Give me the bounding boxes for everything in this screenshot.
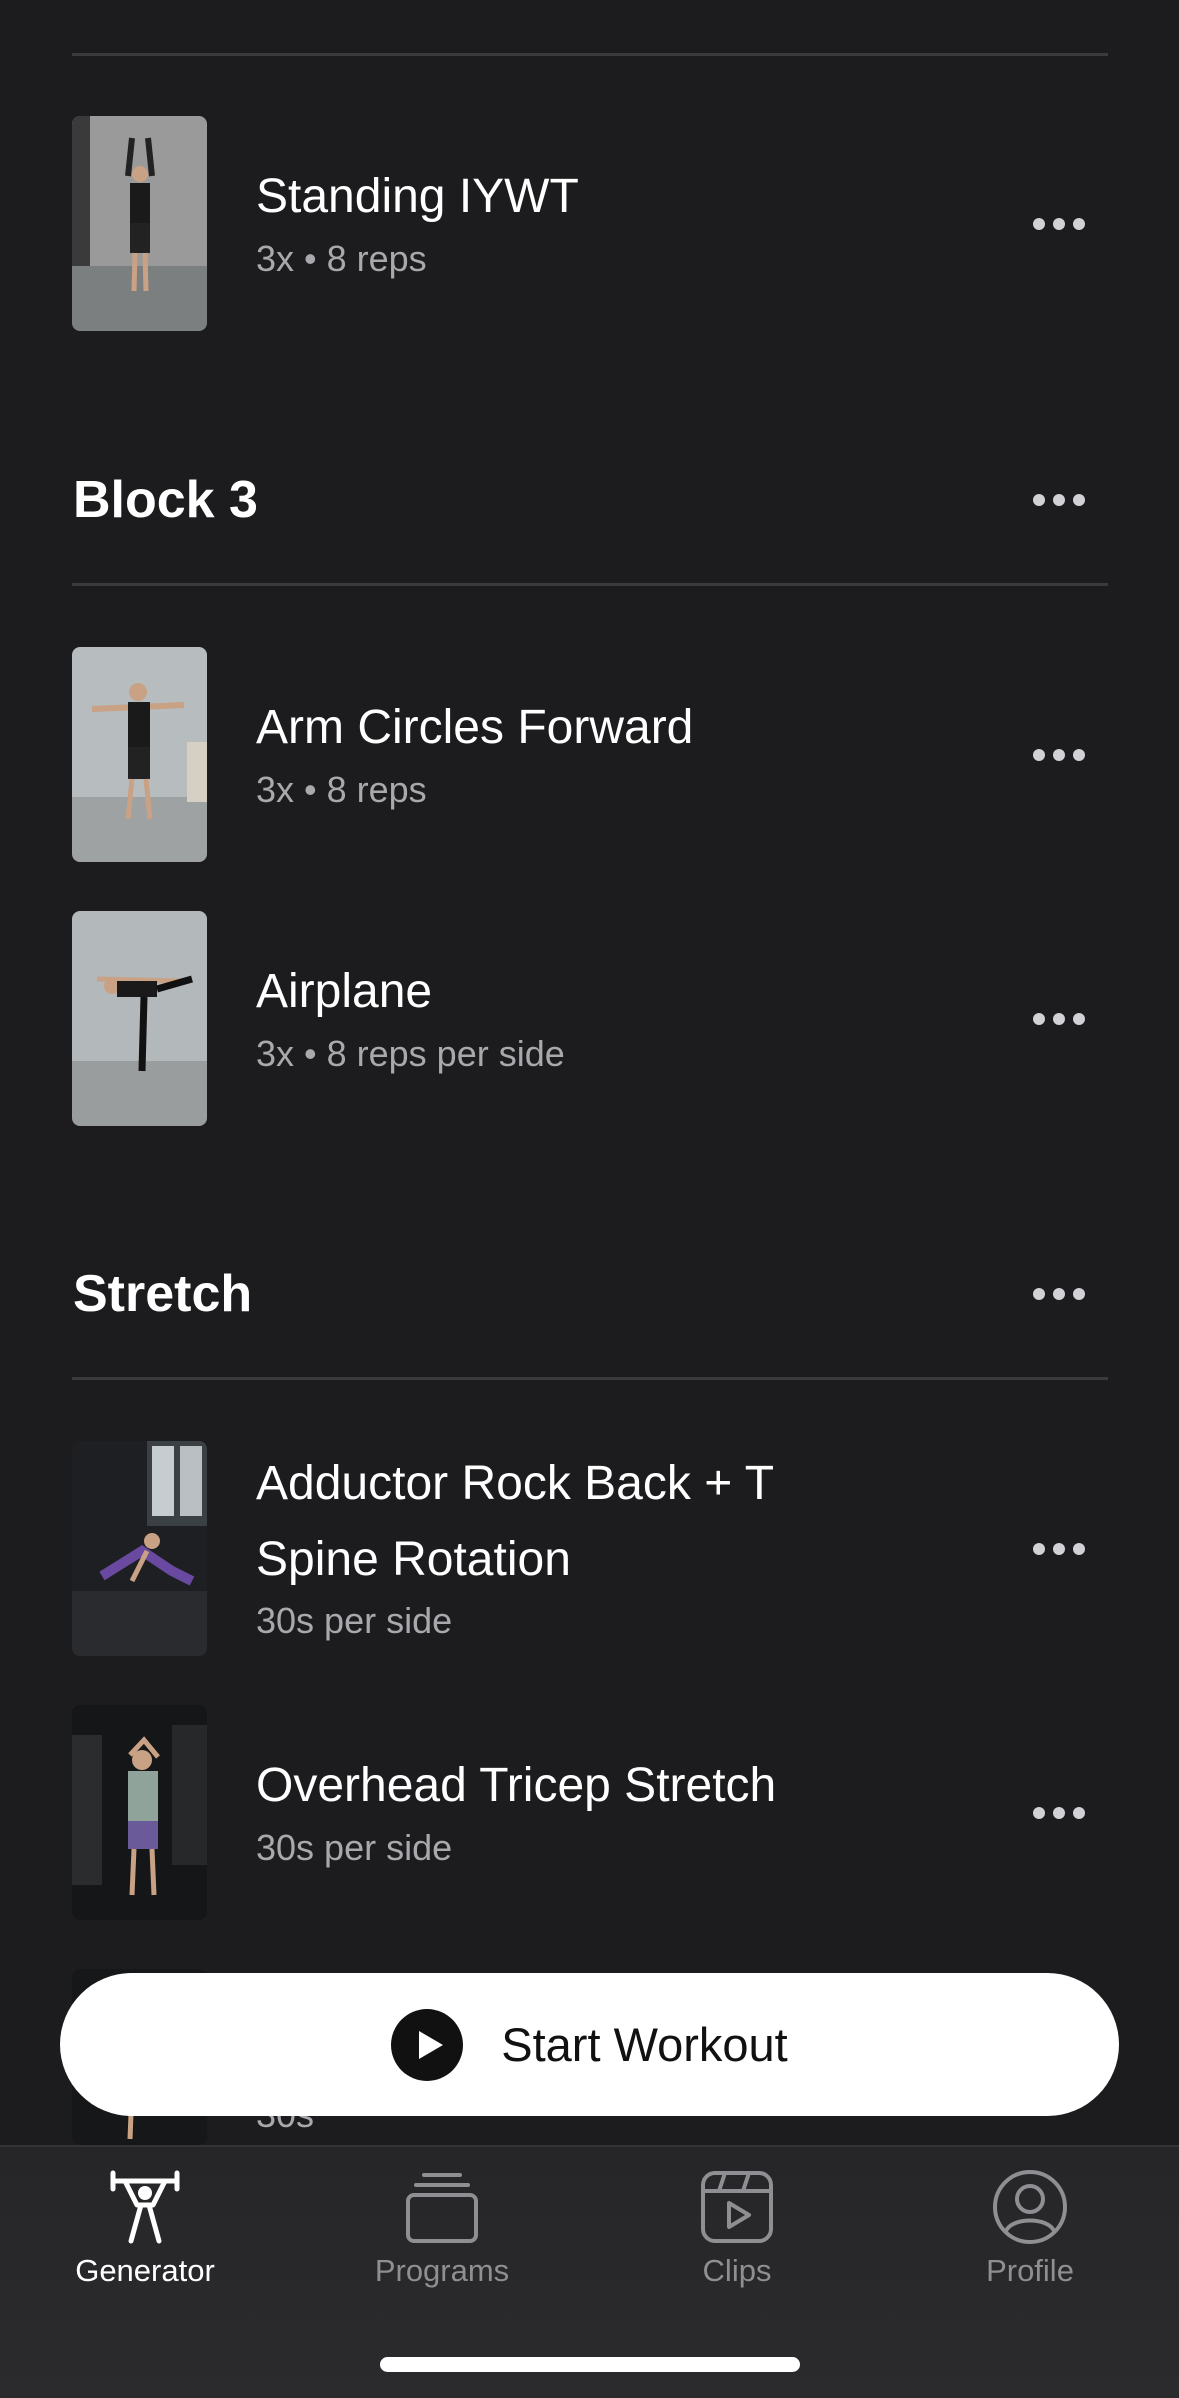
section-divider	[72, 53, 1108, 56]
profile-icon	[993, 2170, 1067, 2244]
more-options-icon[interactable]	[1033, 1007, 1085, 1031]
tab-profile[interactable]: Profile	[910, 2147, 1150, 2297]
clips-icon	[701, 2171, 773, 2243]
exercise-detail: 3x • 8 reps	[256, 769, 427, 810]
exercise-detail: 3x • 8 reps per side	[256, 1033, 565, 1074]
exercise-thumbnail	[72, 1705, 207, 1920]
section-divider	[72, 1377, 1108, 1380]
more-options-icon[interactable]	[1033, 488, 1085, 512]
exercise-thumbnail	[72, 647, 207, 862]
tab-label: Clips	[702, 2253, 772, 2288]
exercise-name-line: Spine Rotation	[256, 1533, 571, 1586]
exercise-name: Adductor Rock Back + T Spine Rotation	[256, 1446, 774, 1598]
exercise-thumbnail	[72, 1441, 207, 1656]
play-icon	[391, 2008, 464, 2081]
tab-generator[interactable]: Generator	[25, 2147, 265, 2297]
start-workout-label: Start Workout	[501, 2018, 788, 2071]
exercise-thumbnail	[72, 116, 207, 331]
exercise-detail: 3x • 8 reps	[256, 238, 427, 279]
more-options-icon[interactable]	[1033, 1537, 1085, 1561]
exercise-name: Standing IYWT	[256, 170, 579, 223]
tab-label: Programs	[374, 2253, 510, 2288]
more-options-icon[interactable]	[1033, 1801, 1085, 1825]
tab-label: Profile	[986, 2253, 1074, 2288]
tab-label: Generator	[75, 2253, 215, 2288]
programs-icon	[406, 2173, 478, 2243]
exercise-name-line: Adductor Rock Back + T	[256, 1457, 775, 1510]
home-indicator	[380, 2357, 800, 2372]
exercise-name: Arm Circles Forward	[256, 701, 694, 754]
tab-programs[interactable]: Programs	[322, 2147, 562, 2297]
start-workout-button[interactable]: Start Workout	[60, 1973, 1119, 2116]
exercise-thumbnail	[72, 911, 207, 1126]
generator-icon	[110, 2170, 180, 2244]
more-options-icon[interactable]	[1033, 743, 1085, 767]
exercise-name: Airplane	[256, 965, 433, 1018]
section-title: Block 3	[73, 471, 258, 529]
section-divider	[72, 583, 1108, 586]
tab-clips[interactable]: Clips	[617, 2147, 857, 2297]
exercise-detail: 30s per side	[256, 1827, 453, 1868]
exercise-detail: 30s per side	[256, 1600, 453, 1641]
section-title: Stretch	[73, 1265, 253, 1323]
exercise-name: Overhead Tricep Stretch	[256, 1759, 777, 1812]
more-options-icon[interactable]	[1033, 1282, 1085, 1306]
more-options-icon[interactable]	[1033, 212, 1085, 236]
